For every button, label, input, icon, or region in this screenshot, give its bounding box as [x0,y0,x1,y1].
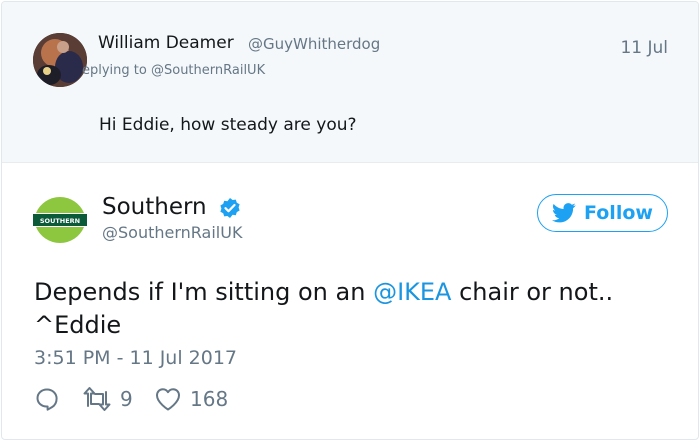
verified-badge-icon [219,197,241,219]
main-author-handle[interactable]: @SouthernRailUK [102,223,242,242]
like-button[interactable]: 168 [154,386,228,412]
reply-icon [36,388,58,411]
tweet-text-before: Depends if I'm sitting on an [34,278,374,306]
southern-logo-text: SOUTHERN [40,217,80,225]
twitter-bird-icon [552,203,576,223]
parent-author-handle[interactable]: @GuyWhitherdog [248,35,380,53]
main-author-name[interactable]: Southern [102,194,207,220]
retweet-icon [83,387,111,411]
heart-icon [156,388,180,411]
parent-tweet-text: Hi Eddie, how steady are you? [99,115,357,135]
reply-button[interactable] [34,386,60,412]
tweet-timestamp[interactable]: 3:51 PM - 11 Jul 2017 [34,347,237,369]
parent-tweet-date[interactable]: 11 Jul [620,38,668,58]
main-tweet-text: Depends if I'm sitting on an @IKEA chair… [34,276,674,342]
parent-tweet[interactable]: William Deamer @GuyWhitherdog 11 Jul epl… [2,2,698,163]
mention-link[interactable]: @IKEA [373,278,451,306]
retweet-button[interactable]: 9 [82,386,133,412]
replying-to-label: eplying to [82,63,151,78]
follow-button[interactable]: Follow [537,194,668,232]
like-count: 168 [190,387,229,411]
follow-button-label: Follow [584,202,653,224]
parent-author-name[interactable]: William Deamer [98,33,234,53]
retweet-count: 9 [120,387,133,411]
tweet-text-signature: ^Eddie [34,311,122,339]
replying-to-line: eplying to @SouthernRailUK [82,63,265,78]
southern-avatar[interactable]: SOUTHERN [33,193,87,247]
parent-author-avatar[interactable] [33,33,87,87]
tweet-text-after: chair or not.. [451,278,614,306]
tweet-embed-card: William Deamer @GuyWhitherdog 11 Jul epl… [1,1,699,440]
replying-to-handle[interactable]: @SouthernRailUK [151,63,265,78]
southern-logo-icon: SOUTHERN [33,193,87,247]
